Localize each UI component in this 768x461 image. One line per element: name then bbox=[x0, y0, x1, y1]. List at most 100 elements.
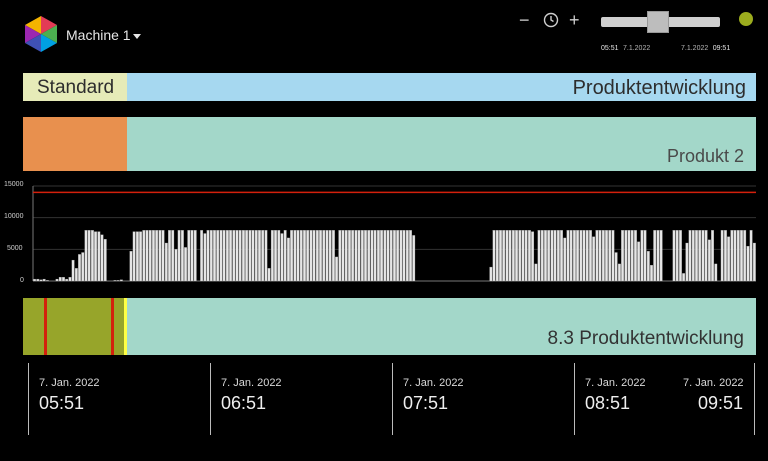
chart-bar bbox=[174, 249, 178, 282]
chart-bar bbox=[373, 230, 377, 282]
state-marker[interactable] bbox=[44, 298, 47, 355]
chart-bar bbox=[646, 251, 650, 282]
chart-bar bbox=[569, 230, 573, 282]
chart-bar bbox=[90, 230, 94, 282]
state-label: 8.3 Produktentwicklung bbox=[547, 328, 744, 349]
chart-bar bbox=[357, 230, 361, 282]
axis-tick: 7. Jan. 2022 06:51 bbox=[210, 363, 381, 435]
chart-bar bbox=[499, 230, 502, 282]
axis-tick: 7. Jan. 2022 05:51 bbox=[28, 363, 199, 435]
chart-bar bbox=[216, 230, 220, 282]
chart-bar bbox=[585, 230, 589, 282]
chart-bar bbox=[299, 230, 303, 282]
chart-bar bbox=[331, 230, 335, 282]
axis-date: 7. Jan. 2022 bbox=[39, 377, 100, 389]
chart-bar bbox=[611, 230, 615, 282]
chart-bar bbox=[650, 265, 653, 282]
chart-bar bbox=[540, 230, 544, 282]
chart-bar bbox=[749, 230, 753, 282]
chart-bar bbox=[380, 230, 383, 282]
chart-bar bbox=[180, 230, 184, 282]
chart-bar bbox=[399, 230, 403, 282]
chart-bar bbox=[695, 230, 698, 282]
chart-bar bbox=[598, 230, 602, 282]
chart-bar bbox=[653, 230, 657, 282]
chart-bar bbox=[152, 230, 155, 282]
chart-bar bbox=[306, 230, 310, 282]
chart-bar bbox=[264, 230, 268, 282]
chart-bar bbox=[58, 277, 62, 282]
chart-bar bbox=[119, 279, 123, 282]
chart-bar bbox=[164, 242, 168, 282]
chart-bar bbox=[87, 230, 91, 282]
chart-bar bbox=[312, 230, 316, 282]
axis-end-line bbox=[754, 363, 755, 435]
chart-bar bbox=[592, 236, 596, 282]
chart-bar bbox=[258, 230, 261, 282]
chart-bar bbox=[405, 230, 409, 282]
chart-bar bbox=[601, 230, 605, 282]
chart-bar bbox=[84, 230, 88, 282]
chart-bar bbox=[161, 230, 165, 282]
chart-bar bbox=[566, 230, 570, 282]
chart-bar bbox=[553, 230, 557, 282]
chart-bar bbox=[367, 230, 371, 282]
chart-bar bbox=[360, 230, 364, 282]
chart-bar bbox=[733, 230, 737, 282]
chart-bar bbox=[139, 231, 142, 282]
chart-bar bbox=[155, 230, 159, 282]
chart-bar bbox=[62, 277, 65, 282]
chart-bar bbox=[97, 231, 101, 282]
chart-bar bbox=[707, 239, 711, 282]
chart-bar bbox=[277, 230, 281, 282]
chart-bar bbox=[412, 235, 416, 282]
chart-bar bbox=[617, 263, 621, 282]
chart-bar bbox=[171, 230, 175, 282]
chart-bar bbox=[624, 230, 628, 282]
chart-bar bbox=[736, 230, 740, 282]
chart-bar bbox=[341, 230, 345, 282]
chart-bar bbox=[286, 237, 290, 282]
chart-bar bbox=[537, 230, 541, 282]
chart-bar bbox=[248, 230, 252, 282]
chart-bar bbox=[351, 230, 355, 282]
axis-time: 09:51 bbox=[698, 393, 744, 413]
chart-bar bbox=[55, 278, 59, 282]
chart-bar bbox=[36, 278, 40, 282]
chart-bar bbox=[335, 256, 339, 282]
chart-bar bbox=[328, 230, 332, 282]
chart-bar bbox=[746, 246, 750, 282]
chart-bar bbox=[184, 247, 187, 282]
chart-bar bbox=[81, 252, 85, 282]
chart-bar bbox=[724, 230, 727, 282]
chart-bar bbox=[383, 230, 387, 282]
chart-bar bbox=[396, 230, 400, 282]
chart-bar bbox=[727, 236, 731, 282]
chart-bar bbox=[672, 230, 676, 282]
state-marker[interactable] bbox=[111, 298, 114, 355]
chart-bar bbox=[524, 230, 528, 282]
axis-date: 7. Jan. 2022 bbox=[683, 377, 744, 389]
state-band[interactable]: 8.3 Produktentwicklung bbox=[23, 298, 756, 355]
state-end-marker[interactable] bbox=[124, 298, 127, 355]
axis-time: 06:51 bbox=[221, 393, 267, 413]
chart-bar bbox=[556, 230, 560, 282]
chart-bar bbox=[544, 230, 547, 282]
chart-bar bbox=[225, 230, 229, 282]
chart-bar bbox=[206, 230, 210, 282]
chart-bar bbox=[386, 230, 390, 282]
chart-bar bbox=[222, 230, 226, 282]
chart-bar bbox=[354, 230, 358, 282]
chart-bar bbox=[589, 230, 592, 282]
chart-bar bbox=[309, 230, 313, 282]
chart-bar bbox=[280, 233, 284, 282]
chart-bar bbox=[283, 230, 287, 282]
chart-bar bbox=[242, 230, 245, 282]
chart-bar bbox=[270, 230, 274, 282]
chart-bar bbox=[235, 230, 239, 282]
chart-bar bbox=[344, 230, 348, 282]
chart-bar bbox=[572, 230, 576, 282]
chart-bar bbox=[502, 230, 506, 282]
chart-bar bbox=[627, 230, 631, 282]
chart-bar bbox=[229, 230, 232, 282]
